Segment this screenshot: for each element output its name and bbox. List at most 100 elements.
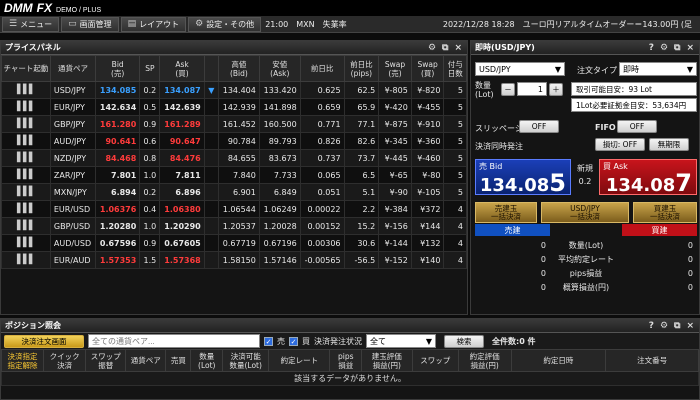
price-column-header[interactable]: 通貨ペア: [49, 55, 97, 82]
ask-price[interactable]: 90.647: [159, 132, 205, 150]
position-column-header[interactable]: スワップ 振替: [85, 349, 127, 372]
bid-price[interactable]: 142.634: [95, 98, 141, 116]
help-icon[interactable]: ?: [649, 43, 654, 53]
close-icon[interactable]: ×: [686, 43, 694, 53]
settings-button[interactable]: ⚙ 設定・その他: [188, 16, 262, 32]
bid-price[interactable]: 161.280: [95, 115, 141, 133]
buy-ask-button[interactable]: 買 Ask 134.087: [599, 159, 697, 197]
ask-price[interactable]: 1.20290: [159, 217, 205, 235]
pair-select[interactable]: USD/JPY ▼: [475, 62, 565, 76]
bid-price[interactable]: 1.57353: [95, 251, 141, 269]
chart-launch-icon[interactable]: ▌▌▌: [1, 98, 51, 116]
chart-launch-icon[interactable]: ▌▌▌: [1, 251, 51, 269]
lot-minus-button[interactable]: －: [501, 83, 515, 96]
ask-price[interactable]: 1.06380: [159, 200, 205, 218]
position-column-header[interactable]: 約定日時: [510, 349, 607, 372]
price-row[interactable]: ▌▌▌ USD/JPY 134.085 0.2 134.087 ▼ 134.404 133.4…: [1, 81, 467, 99]
position-column-header[interactable]: 約定レート: [268, 349, 331, 372]
chart-launch-icon[interactable]: ▌▌▌: [1, 115, 51, 133]
window-management-button[interactable]: ▭ 画面管理: [61, 16, 119, 32]
bid-price[interactable]: 90.641: [95, 132, 141, 150]
price-row[interactable]: ▌▌▌ ZAR/JPY 7.801 1.0 7.811 7.840 7.733 0.065 6.…: [1, 166, 467, 184]
price-column-header[interactable]: 前日比 (pips): [343, 55, 380, 82]
price-row[interactable]: ▌▌▌ AUD/USD 0.67596 0.9 0.67605 0.67719 0.6719…: [1, 234, 467, 252]
bid-price[interactable]: 134.085: [95, 81, 141, 99]
position-column-header[interactable]: 数量 (Lot): [190, 349, 224, 372]
price-column-header[interactable]: [203, 55, 219, 82]
price-row[interactable]: ▌▌▌ EUR/AUD 1.57353 1.5 1.57368 1.58150 1.5714…: [1, 251, 467, 269]
news-ticker[interactable]: 21:00 MXN 失業率: [265, 19, 443, 30]
sell-settle-all-button[interactable]: 売建玉 一括決済: [475, 202, 537, 223]
buy-checkbox[interactable]: ✓: [289, 336, 298, 346]
position-column-header[interactable]: スワップ: [411, 349, 459, 372]
chart-launch-icon[interactable]: ▌▌▌: [1, 183, 51, 201]
bid-price[interactable]: 6.894: [95, 183, 141, 201]
search-button[interactable]: 検索: [444, 334, 484, 348]
chart-launch-icon[interactable]: ▌▌▌: [1, 132, 51, 150]
position-column-header[interactable]: 通貨ペア: [125, 349, 167, 372]
chart-launch-icon[interactable]: ▌▌▌: [1, 166, 51, 184]
buy-settle-all-button[interactable]: 買建玉 一括決済: [633, 202, 697, 223]
price-row[interactable]: ▌▌▌ GBP/JPY 161.280 0.9 161.289 161.452 160.50…: [1, 115, 467, 133]
ask-price[interactable]: 84.476: [159, 149, 205, 167]
menu-button[interactable]: ☰ メニュー: [2, 16, 60, 32]
pair-settle-all-button[interactable]: USD/JPY 一括決済: [541, 202, 629, 223]
ask-price[interactable]: 161.289: [159, 115, 205, 133]
ask-price[interactable]: 7.811: [159, 166, 205, 184]
pair-filter-input[interactable]: [88, 334, 260, 348]
popout-icon[interactable]: ⧉: [674, 43, 680, 53]
price-row[interactable]: ▌▌▌ EUR/USD 1.06376 0.4 1.06380 1.06544 1.0624…: [1, 200, 467, 218]
settle-order-screen-button[interactable]: 決済注文画面: [4, 334, 84, 348]
slippage-toggle[interactable]: OFF: [519, 120, 559, 133]
price-column-header[interactable]: 付与 日数: [443, 55, 467, 82]
price-column-header[interactable]: Swap (売): [378, 55, 412, 82]
ask-price[interactable]: 1.57368: [159, 251, 205, 269]
chart-launch-icon[interactable]: ▌▌▌: [1, 149, 51, 167]
position-column-header[interactable]: クイック 決済: [43, 349, 87, 372]
sell-checkbox[interactable]: ✓: [264, 336, 273, 346]
settle-status-select[interactable]: 全て ▼: [366, 334, 436, 348]
price-column-header[interactable]: Ask (買): [159, 55, 205, 82]
position-column-header[interactable]: 決済可能 数量(Lot): [222, 349, 270, 372]
price-row[interactable]: ▌▌▌ AUD/JPY 90.641 0.6 90.647 90.784 89.793 0.8…: [1, 132, 467, 150]
chart-launch-icon[interactable]: ▌▌▌: [1, 200, 51, 218]
price-row[interactable]: ▌▌▌ EUR/JPY 142.634 0.5 142.639 142.939 141.89…: [1, 98, 467, 116]
gear-icon[interactable]: ⚙: [660, 321, 668, 331]
layout-button[interactable]: ▤ レイアウト: [120, 16, 187, 32]
price-column-header[interactable]: Swap (買): [410, 55, 445, 82]
order-type-select[interactable]: 即時 ▼: [619, 62, 697, 76]
bid-price[interactable]: 1.20280: [95, 217, 141, 235]
bid-price[interactable]: 0.67596: [95, 234, 141, 252]
lot-input[interactable]: 1: [517, 82, 547, 96]
position-column-header[interactable]: 建玉評価 損益(円): [361, 349, 413, 372]
ask-price[interactable]: 142.639: [159, 98, 205, 116]
position-column-header[interactable]: 約定評価 損益(円): [457, 349, 512, 372]
price-column-header[interactable]: Bid (売): [95, 55, 141, 82]
ask-price[interactable]: 0.67605: [159, 234, 205, 252]
ask-price[interactable]: 6.896: [159, 183, 205, 201]
stoploss-button[interactable]: 損切: OFF: [595, 138, 645, 151]
bid-price[interactable]: 7.801: [95, 166, 141, 184]
position-column-header[interactable]: pips 損益: [329, 349, 363, 372]
position-column-header[interactable]: 注文番号: [605, 349, 699, 372]
price-column-header[interactable]: 高値 (Bid): [217, 55, 260, 82]
sell-bid-button[interactable]: 売 Bid 134.085: [475, 159, 571, 197]
gear-icon[interactable]: ⚙: [428, 43, 436, 53]
price-row[interactable]: ▌▌▌ NZD/JPY 84.468 0.8 84.476 84.655 83.673 0.7…: [1, 149, 467, 167]
bid-price[interactable]: 1.06376: [95, 200, 141, 218]
price-column-header[interactable]: チャート起動: [1, 55, 51, 82]
datetime-news[interactable]: 2022/12/28 18:28 ユーロ円リアルタイムオーダー＝143.00円 …: [443, 19, 692, 30]
unlimited-button[interactable]: 無期限: [649, 138, 689, 151]
fifo-toggle[interactable]: OFF: [617, 120, 657, 133]
gear-icon[interactable]: ⚙: [660, 43, 668, 53]
close-icon[interactable]: ×: [454, 43, 462, 53]
close-icon[interactable]: ×: [686, 321, 694, 331]
chart-launch-icon[interactable]: ▌▌▌: [1, 217, 51, 235]
price-row[interactable]: ▌▌▌ MXN/JPY 6.894 0.2 6.896 6.901 6.849 0.051 5.…: [1, 183, 467, 201]
chart-launch-icon[interactable]: ▌▌▌: [1, 234, 51, 252]
position-column-header[interactable]: 売買: [165, 349, 192, 372]
chart-launch-icon[interactable]: ▌▌▌: [1, 81, 51, 99]
price-column-header[interactable]: SP: [139, 55, 161, 82]
popout-icon[interactable]: ⧉: [442, 43, 448, 53]
bid-price[interactable]: 84.468: [95, 149, 141, 167]
